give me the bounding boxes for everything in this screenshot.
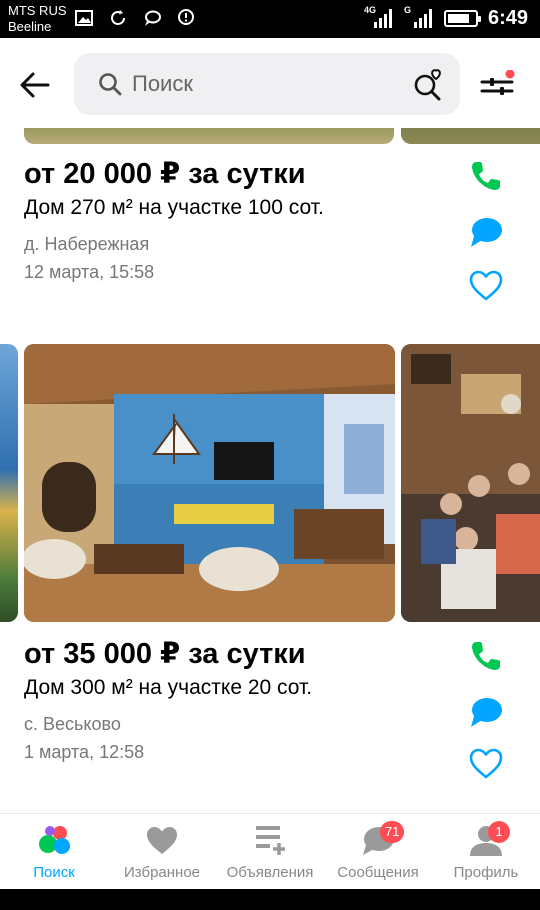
photo-carousel[interactable] xyxy=(0,128,540,144)
battery-icon xyxy=(443,9,481,27)
status-right: 4G G 6:49 xyxy=(363,5,528,30)
call-icon[interactable] xyxy=(468,158,504,194)
listing-description: Дом 270 м² на участке 100 сот. xyxy=(24,196,324,219)
listing-photo-main[interactable] xyxy=(24,344,395,622)
ads-list-icon xyxy=(256,826,285,855)
interior-photo-image xyxy=(24,344,395,622)
favorite-heart-icon[interactable] xyxy=(468,746,504,782)
profile-badge: 1 xyxy=(488,821,510,843)
saved-search-heart-icon[interactable] xyxy=(412,67,446,101)
system-navigation-bar xyxy=(0,889,540,910)
message-notification-icon xyxy=(178,9,194,25)
nav-item-search[interactable]: Поиск xyxy=(0,814,108,890)
network-type-1: 4G xyxy=(363,5,376,15)
image-notification-icon xyxy=(75,10,93,26)
nav-item-favorites[interactable]: Избранное xyxy=(108,814,216,890)
listing-date: 1 марта, 12:58 xyxy=(24,742,145,762)
nav-label: Поиск xyxy=(33,864,75,881)
nav-item-profile[interactable]: 1 Профиль xyxy=(432,814,540,890)
notification-icons xyxy=(74,8,196,28)
listing-photo[interactable] xyxy=(401,128,540,144)
clock: 6:49 xyxy=(487,6,528,29)
listing-photo[interactable] xyxy=(401,344,540,622)
favorite-heart-icon[interactable] xyxy=(468,268,504,304)
back-arrow-icon[interactable] xyxy=(18,70,52,100)
heart-icon xyxy=(147,827,177,854)
photo-carousel[interactable] xyxy=(0,344,540,624)
bottom-navigation: Поиск Избранное Объявления 71 Сообщения … xyxy=(0,813,540,889)
carrier-1: MTS RUS xyxy=(8,3,67,18)
nav-label: Объявления xyxy=(226,864,314,881)
nav-label: Сообщения xyxy=(337,864,419,881)
nav-item-messages[interactable]: 71 Сообщения xyxy=(324,814,432,890)
listing-card[interactable]: от 20 000 ₽ за сутки Дом 270 м² на участ… xyxy=(0,128,540,338)
listing-price: от 20 000 ₽ за сутки xyxy=(24,158,306,190)
status-bar: MTS RUS Beeline 4G G 6:49 xyxy=(0,0,540,38)
chat-notification-icon xyxy=(145,10,161,26)
top-bar xyxy=(0,38,540,128)
search-input[interactable] xyxy=(132,67,412,101)
nav-label: Профиль xyxy=(453,864,519,881)
listing-location: с. Веськово xyxy=(24,714,121,734)
sync-notification-icon xyxy=(111,10,125,25)
listing-photo[interactable] xyxy=(0,344,18,622)
search-bar[interactable] xyxy=(74,53,460,115)
chat-icon[interactable] xyxy=(468,694,504,730)
listing-price: от 35 000 ₽ за сутки xyxy=(24,638,306,670)
search-icon xyxy=(99,73,122,96)
call-icon[interactable] xyxy=(468,638,504,674)
listing-card[interactable]: от 35 000 ₽ за сутки Дом 300 м² на участ… xyxy=(0,344,540,804)
listing-photo[interactable] xyxy=(24,128,394,144)
carrier-names: MTS RUS Beeline xyxy=(8,3,67,35)
network-type-2: G xyxy=(403,5,411,15)
filter-icon[interactable] xyxy=(478,70,516,102)
signal-icon: 4G xyxy=(363,5,394,30)
people-photo-image xyxy=(401,344,540,622)
messages-badge: 71 xyxy=(380,821,405,843)
nav-label: Избранное xyxy=(123,864,201,881)
signal-icon-2: G xyxy=(403,5,434,30)
listing-date: 12 марта, 15:58 xyxy=(24,262,155,282)
listing-location: д. Набережная xyxy=(24,234,150,254)
listing-description: Дом 300 м² на участке 20 сот. xyxy=(24,676,313,699)
chat-icon[interactable] xyxy=(468,214,504,250)
carrier-2: Beeline xyxy=(8,19,52,34)
nav-item-ads[interactable]: Объявления xyxy=(216,814,324,890)
search-dots-icon xyxy=(39,826,70,854)
